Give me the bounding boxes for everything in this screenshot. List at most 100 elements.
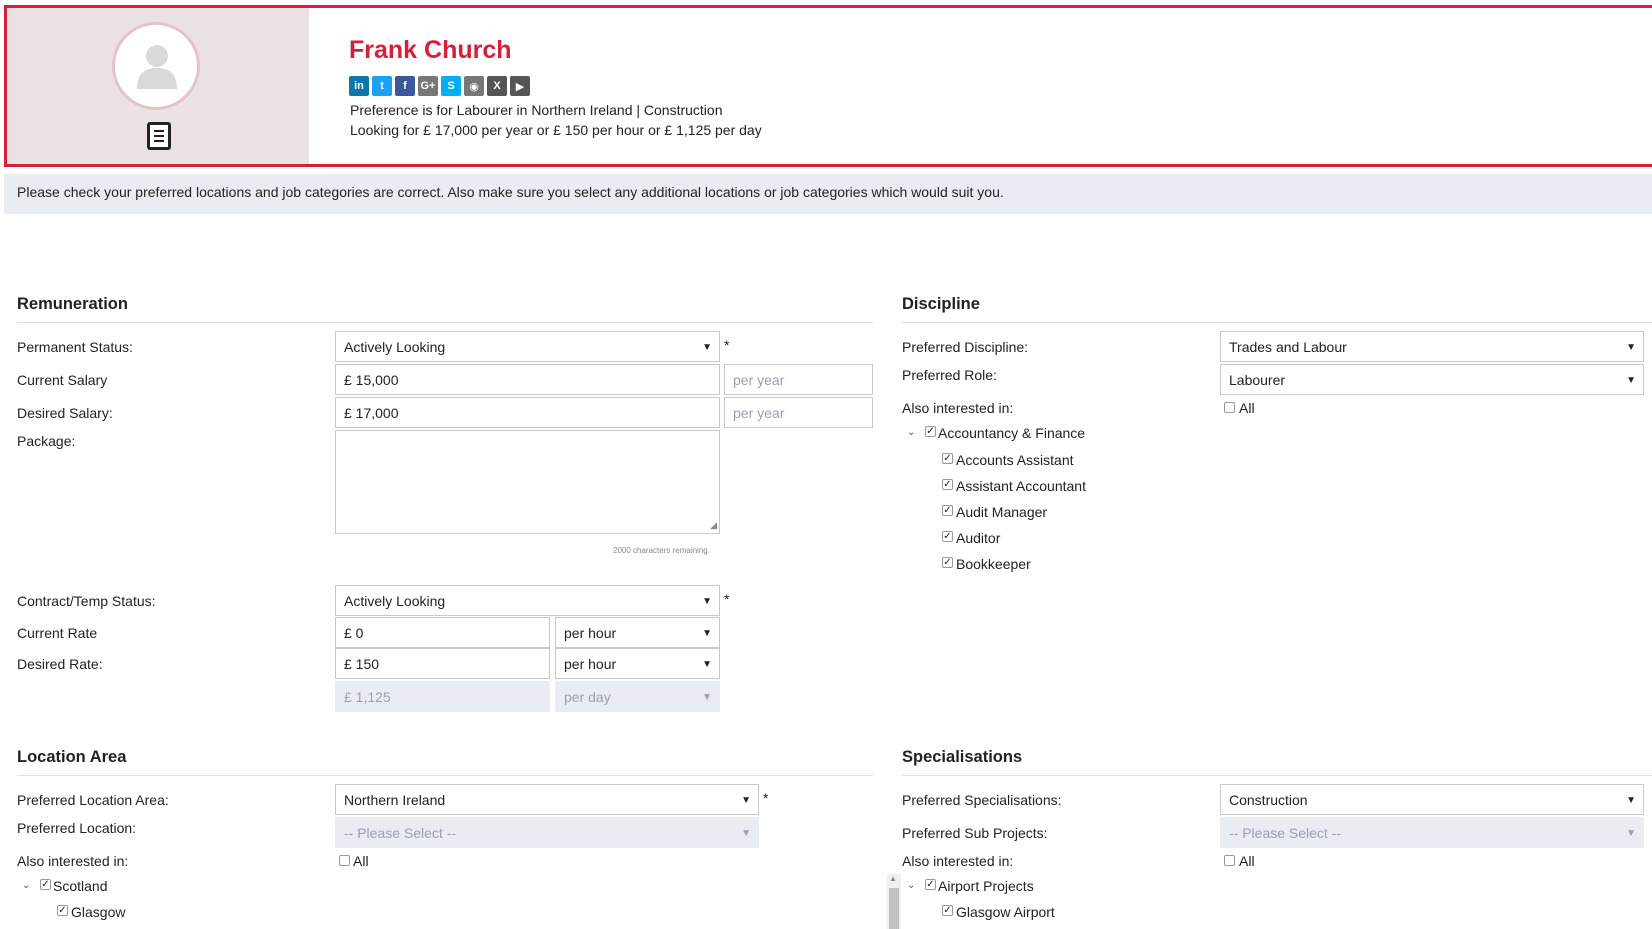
chevron-down-icon[interactable]: ⌄ [907,880,915,891]
day-rate-input: £ 1,125 [335,681,550,712]
tree-child-label: Bookkeeper [956,556,1031,572]
divider [902,322,1652,323]
day-rate-period-select: per day ▼ [555,681,720,712]
tree-parent-label: Scotland [53,878,108,894]
location-all-checkbox[interactable] [339,855,350,866]
chevron-down-icon[interactable]: ⌄ [22,880,30,891]
avatar-panel [7,8,309,164]
tree-child-label: Audit Manager [956,504,1048,520]
tree-checkbox[interactable]: ✓ [57,905,68,916]
preferred-location-placeholder: -- Please Select -- [344,825,457,841]
skype-icon[interactable]: S [441,76,461,96]
tree-checkbox[interactable]: ✓ [942,905,953,916]
caret-down-icon: ▼ [702,628,712,639]
characters-remaining: 2000 characters remaining. [613,546,710,555]
caret-down-icon: ▼ [702,596,712,607]
spec-also-label: Also interested in: [902,853,1014,869]
location-also-label: Also interested in: [17,853,129,869]
specialisations-heading: Specialisations [902,748,1023,766]
specialisations-label: Preferred Specialisations: [902,792,1062,808]
caret-down-icon: ▼ [1626,795,1636,806]
scrollbar-thumb[interactable] [889,888,899,929]
discipline-all-checkbox[interactable] [1224,402,1235,413]
notice-banner: Please check your preferred locations an… [4,174,1652,214]
contract-status-value: Actively Looking [344,593,446,609]
current-salary-input[interactable]: £ 15,000 [335,364,720,395]
preferred-role-select[interactable]: Labourer ▼ [1220,364,1644,395]
looking-for-summary: Looking for £ 17,000 per year or £ 150 p… [350,122,762,138]
desired-salary-input[interactable]: £ 17,000 [335,397,720,428]
chevron-down-icon[interactable]: ⌄ [907,427,915,438]
tree-checkbox[interactable]: ✓ [942,505,953,516]
tree-checkbox[interactable]: ✓ [40,879,51,890]
location-area-select[interactable]: Northern Ireland ▼ [335,784,759,815]
tree-checkbox[interactable]: ✓ [942,453,953,464]
divider [902,775,1652,776]
current-rate-period-value: per hour [564,625,617,641]
twitter-icon[interactable]: t [372,76,392,96]
caret-down-icon: ▼ [1626,375,1636,386]
caret-down-icon: ▼ [741,828,751,839]
user-silhouette-icon [137,45,177,89]
tree-checkbox[interactable]: ✓ [942,479,953,490]
package-textarea[interactable]: ◢ [335,430,720,534]
facebook-icon[interactable]: f [395,76,415,96]
desired-salary-label: Desired Salary: [17,405,113,421]
discipline-also-label: Also interested in: [902,400,1014,416]
current-rate-period-select[interactable]: per hour ▼ [555,617,720,648]
day-rate-period-value: per day [564,689,611,705]
googleplus-icon[interactable]: G+ [418,76,438,96]
desired-salary-period[interactable]: per year [724,397,873,428]
xing-icon[interactable]: X [487,76,507,96]
preferred-role-label: Preferred Role: [902,367,997,383]
tree-child-label: Glasgow Airport [956,904,1055,920]
discipline-all-label: All [1239,400,1255,416]
profile-card: Frank Church in t f G+ S ◉ X ▶ Preference is fo… [4,5,1652,167]
tree-child-label: Assistant Accountant [956,478,1086,494]
resize-handle-icon[interactable]: ◢ [710,520,717,531]
current-rate-input[interactable]: £ 0 [335,617,550,648]
cv-document-icon[interactable] [147,122,171,150]
permanent-status-label: Permanent Status: [17,339,133,355]
tree-child-label: Auditor [956,530,1001,546]
contract-status-select[interactable]: Actively Looking ▼ [335,585,720,616]
tree-checkbox[interactable]: ✓ [942,557,953,568]
current-rate-label: Current Rate [17,625,98,641]
tree-scrollbar[interactable]: ▲ [887,874,901,929]
youtube-icon[interactable]: ▶ [510,76,530,96]
discipline-heading: Discipline [902,295,980,313]
sub-projects-select: -- Please Select -- ▼ [1220,817,1644,848]
permanent-status-select[interactable]: Actively Looking ▼ [335,331,720,362]
desired-rate-input[interactable]: £ 150 [335,648,550,679]
caret-down-icon: ▼ [702,692,712,703]
location-area-label: Preferred Location Area: [17,792,169,808]
caret-down-icon: ▼ [702,342,712,353]
linkedin-icon[interactable]: in [349,76,369,96]
tree-checkbox[interactable]: ✓ [925,879,936,890]
tree-child-label: Glasgow [71,904,126,920]
tree-checkbox[interactable]: ✓ [942,531,953,542]
desired-rate-period-value: per hour [564,656,617,672]
required-marker: * [763,790,769,806]
avatar[interactable] [112,22,200,110]
preferred-discipline-value: Trades and Labour [1229,339,1347,355]
preferred-location-label: Preferred Location: [17,820,137,836]
spec-all-checkbox[interactable] [1224,855,1235,866]
required-marker: * [724,591,730,607]
caret-down-icon: ▼ [1626,828,1636,839]
caret-down-icon: ▼ [741,795,751,806]
spec-all-label: All [1239,853,1255,869]
location-heading: Location Area [17,748,127,766]
preferred-role-value: Labourer [1229,372,1286,388]
specialisations-select[interactable]: Construction ▼ [1220,784,1644,815]
candidate-name: Frank Church [349,36,512,64]
tree-checkbox[interactable]: ✓ [925,426,936,437]
current-salary-period[interactable]: per year [724,364,873,395]
contract-status-label: Contract/Temp Status: [17,593,156,609]
preferred-discipline-select[interactable]: Trades and Labour ▼ [1220,331,1644,362]
desired-rate-period-select[interactable]: per hour ▼ [555,648,720,679]
preferred-location-select: -- Please Select -- ▼ [335,817,759,848]
scroll-up-icon[interactable]: ▲ [889,874,897,883]
desired-rate-label: Desired Rate: [17,656,103,672]
pocket-icon[interactable]: ◉ [464,76,484,96]
